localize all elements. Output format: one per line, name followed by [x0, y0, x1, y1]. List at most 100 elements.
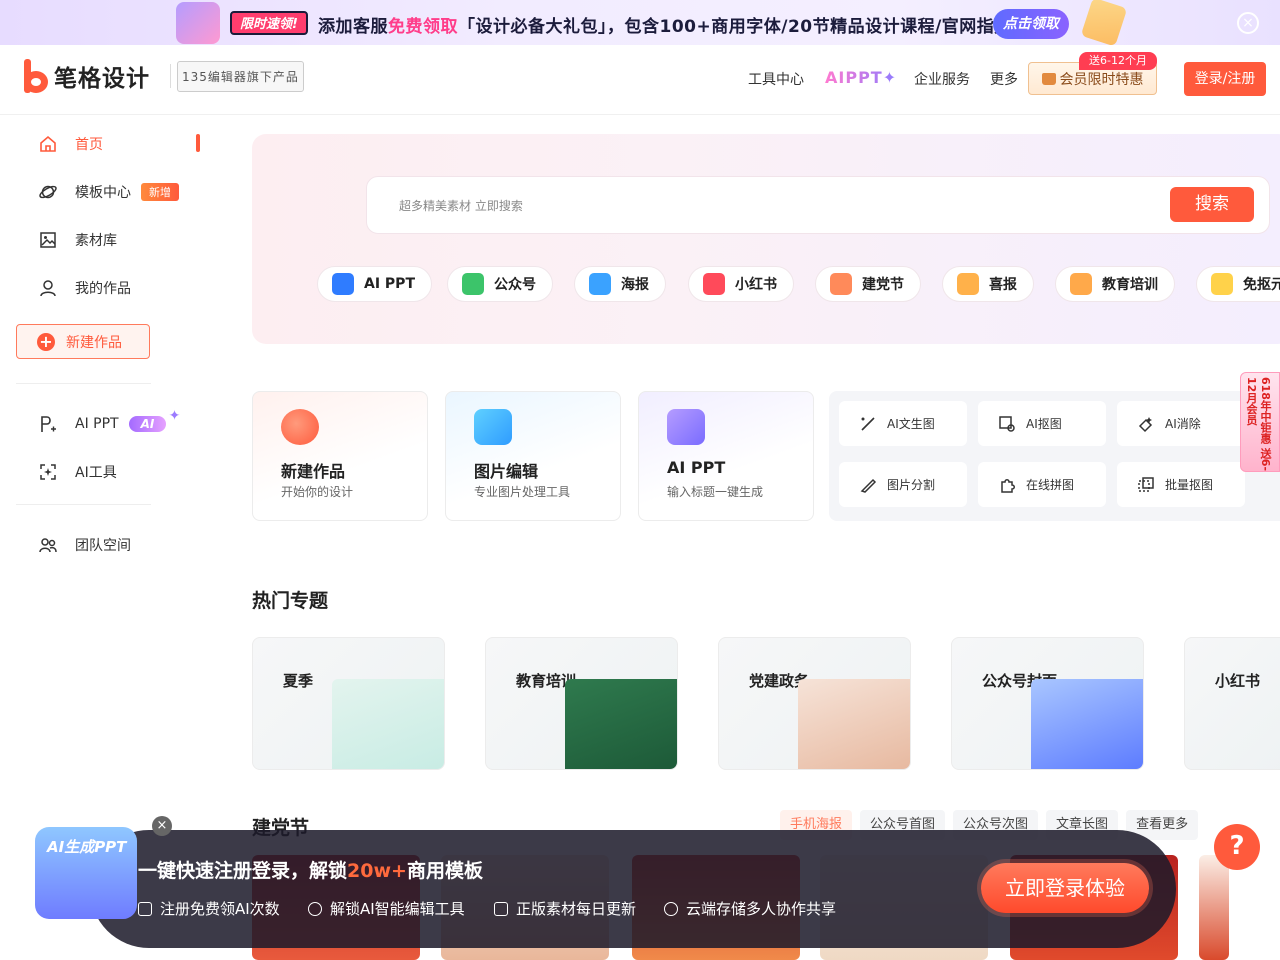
- ai-tools-panel: AI文生图 AI抠图 AI消除 图片分割 在线拼图 批量抠图: [829, 391, 1280, 521]
- sidebar-item-ai-tools[interactable]: AI工具: [36, 460, 117, 484]
- active-indicator: [196, 134, 200, 152]
- search-input[interactable]: [399, 195, 1099, 217]
- sidebar-item-label: AI工具: [75, 465, 117, 481]
- search-box: [366, 176, 1270, 234]
- sidebar-item-my-works[interactable]: 我的作品: [36, 276, 131, 300]
- sidebar-item-materials[interactable]: 素材库: [36, 228, 117, 252]
- topic-card-wechat-cover[interactable]: 公众号封面: [951, 637, 1144, 770]
- close-icon[interactable]: ×: [1237, 12, 1259, 34]
- search-hero: [252, 134, 1280, 344]
- feature-ai-editor: 解锁AI智能编辑工具: [308, 898, 465, 919]
- topic-thumbnail: [798, 679, 910, 769]
- nav-enterprise[interactable]: 企业服务: [914, 69, 970, 89]
- ppt-icon: [36, 412, 60, 436]
- book-icon: [703, 273, 725, 295]
- topic-card-summer[interactable]: 夏季: [252, 637, 445, 770]
- new-badge: 新增: [141, 183, 179, 201]
- topic-card-xiaohongshu[interactable]: 小红书: [1184, 637, 1280, 770]
- tool-ai-text-to-image[interactable]: AI文生图: [839, 401, 967, 446]
- promo-tag: 限时速领!: [230, 11, 308, 35]
- tool-ai-cutout[interactable]: AI抠图: [978, 401, 1106, 446]
- batch-icon: [1137, 476, 1155, 494]
- sidebar-item-ai-ppt[interactable]: AI PPT AI: [36, 408, 180, 436]
- quick-card-subtitle: 输入标题一键生成: [667, 485, 764, 499]
- sub-brand-label: 135编辑器旗下产品: [177, 60, 304, 92]
- ai-ppt-float-card[interactable]: AI生成PPT: [35, 827, 137, 919]
- template-thumbnail[interactable]: [1199, 855, 1229, 960]
- tool-image-split[interactable]: 图片分割: [839, 462, 967, 507]
- quick-card-new-work[interactable]: 新建作品 开始你的设计: [252, 391, 428, 521]
- ai-icon: [308, 901, 322, 916]
- promo-claim-button[interactable]: 点击领取: [993, 9, 1069, 39]
- feature-label: 解锁AI智能编辑工具: [330, 900, 465, 918]
- promo-banner[interactable]: 限时速领! 添加客服免费领取「设计必备大礼包」，包含100+商用字体/20节精品…: [0, 0, 1280, 47]
- chip-label: 喜报: [989, 277, 1017, 293]
- promo-message-highlight: 免费领取: [388, 17, 458, 37]
- planet-icon: [36, 180, 60, 204]
- new-work-button[interactable]: + 新建作品: [16, 324, 150, 359]
- nav-aippt[interactable]: AIPPT✦: [825, 68, 897, 87]
- chip-label: AI PPT: [364, 276, 415, 292]
- tool-online-collage[interactable]: 在线拼图: [978, 462, 1106, 507]
- logo[interactable]: 笔格设计 135编辑器旗下产品: [24, 59, 304, 93]
- feature-label: 注册免费领AI次数: [160, 900, 280, 918]
- login-now-button[interactable]: 立即登录体验: [981, 863, 1149, 913]
- login-prompt-title: 一键快速注册登录，解锁20w+商用模板: [138, 856, 483, 883]
- vip-offer-label: 会员限时特惠: [1059, 71, 1144, 88]
- logo-divider: [170, 64, 171, 88]
- sidebar-item-label: AI PPT: [75, 416, 119, 432]
- help-button[interactable]: ?: [1214, 824, 1260, 870]
- quick-card-subtitle: 专业图片处理工具: [474, 485, 571, 499]
- close-icon[interactable]: ×: [152, 816, 172, 836]
- chip-education[interactable]: 教育培训: [1055, 266, 1175, 302]
- sidebar-item-label: 团队空间: [75, 538, 131, 554]
- chip-cutout[interactable]: 免抠元: [1196, 266, 1280, 302]
- chip-party-day[interactable]: 建党节: [815, 266, 921, 302]
- nav-more[interactable]: 更多: [990, 69, 1018, 89]
- user-icon: [36, 276, 60, 300]
- ai-badge: AI: [128, 408, 180, 432]
- sidebar-item-label: 模板中心: [75, 185, 131, 201]
- chip-ai-ppt[interactable]: AI PPT: [317, 266, 432, 302]
- nav-tool-center[interactable]: 工具中心: [748, 69, 804, 89]
- gift-decoration-icon: [1080, 0, 1128, 47]
- topic-thumbnail: [565, 679, 677, 769]
- grid-icon: [494, 901, 508, 916]
- topic-card-education[interactable]: 教育培训: [485, 637, 678, 770]
- logo-mark-icon: [24, 59, 50, 93]
- quick-card-ai-ppt[interactable]: AI PPT 输入标题一键生成: [638, 391, 814, 521]
- search-button[interactable]: 搜索: [1170, 187, 1254, 222]
- chip-poster[interactable]: 海报: [574, 266, 666, 302]
- star-icon: [1211, 273, 1233, 295]
- topic-thumbnail: [332, 679, 444, 769]
- login-register-button[interactable]: 登录/注册: [1184, 62, 1266, 96]
- sidebar-item-team[interactable]: 团队空间: [36, 533, 131, 557]
- side-promo-tab[interactable]: 618年中钜惠 送6-12月会员: [1240, 372, 1280, 472]
- quick-card-image-edit[interactable]: 图片编辑 专业图片处理工具: [445, 391, 621, 521]
- promo-message-post: 「设计必备大礼包」，包含100+商用字体/20节精品设计课程/官网指定模板: [458, 17, 1047, 37]
- tool-label: AI抠图: [1026, 417, 1062, 431]
- crown-icon: [1041, 72, 1056, 85]
- chip-wechat[interactable]: 公众号: [447, 266, 553, 302]
- topic-title: 夏季: [283, 672, 314, 690]
- tool-batch-cutout[interactable]: 批量抠图: [1117, 462, 1245, 507]
- sidebar-item-templates[interactable]: 模板中心 新增: [36, 180, 179, 204]
- graduation-icon: [1070, 273, 1092, 295]
- tool-ai-eraser[interactable]: AI消除: [1117, 401, 1245, 446]
- tool-label: AI文生图: [887, 417, 935, 431]
- topic-card-party-gov[interactable]: 党建政务: [718, 637, 911, 770]
- chip-xiaohongshu[interactable]: 小红书: [688, 266, 794, 302]
- wave-icon: [589, 273, 611, 295]
- sidebar-item-home[interactable]: 首页: [36, 132, 103, 156]
- title-highlight: 20w+: [347, 860, 407, 882]
- tool-label: 批量抠图: [1165, 478, 1214, 492]
- title-pre: 一键快速注册登录，解锁: [138, 860, 348, 882]
- knife-icon: [859, 476, 877, 494]
- brand-name: 笔格设计: [54, 66, 150, 92]
- sidebar-item-label: 我的作品: [75, 281, 131, 297]
- chip-label: 教育培训: [1102, 277, 1158, 293]
- chip-good-news[interactable]: 喜报: [942, 266, 1034, 302]
- float-label: AI生成PPT: [47, 838, 127, 856]
- quick-card-title: 图片编辑: [474, 462, 539, 481]
- calendar-icon: [830, 273, 852, 295]
